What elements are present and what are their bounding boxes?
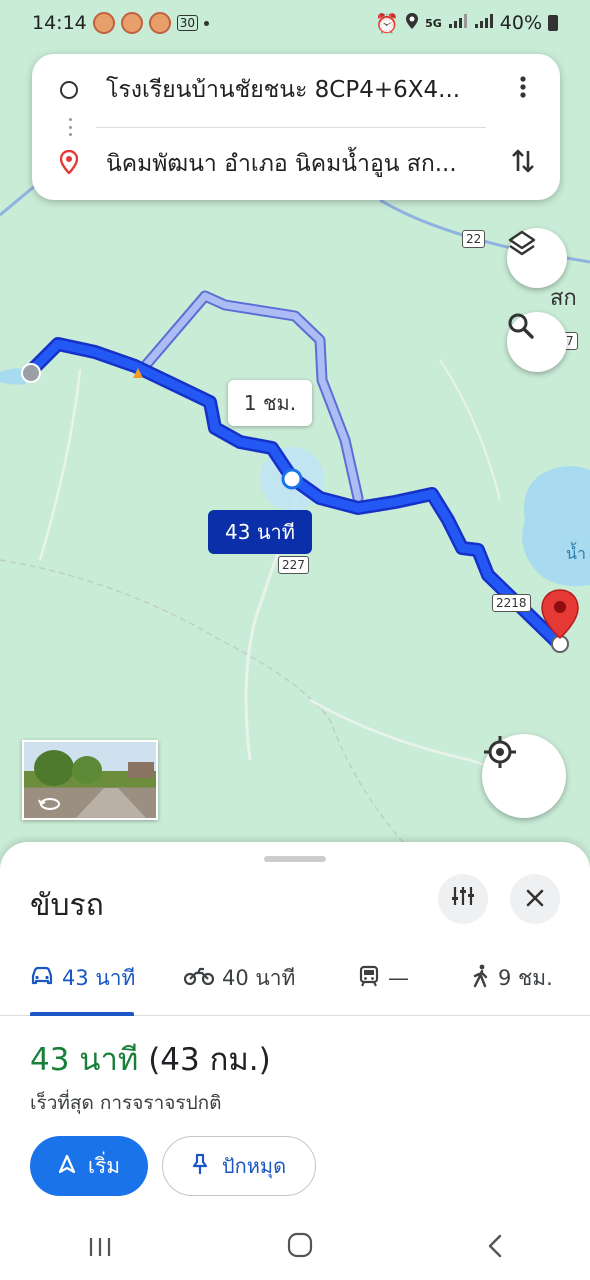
road-label: 2218 [492, 594, 531, 612]
more-notifications-dot-icon [204, 20, 210, 26]
road-label: 227 [278, 556, 309, 574]
alt-route-time: 1 ชม. [243, 391, 297, 415]
recent-apps-button[interactable] [87, 1232, 113, 1265]
swap-button[interactable] [486, 147, 560, 182]
route-card: โรงเรียนบ้านชัยชนะ 8CP4+6X4... นิคมพัฒนา… [32, 54, 560, 200]
battery-icon [548, 15, 558, 31]
route-duration: 43 นาที [30, 1042, 139, 1078]
tab-driving[interactable]: 43 นาที [30, 960, 135, 996]
route-summary: 43 นาที (43 กม.) [30, 1034, 271, 1084]
route-divider [96, 127, 486, 128]
location-icon [405, 12, 419, 35]
alarm-icon: ⏰ [375, 12, 400, 35]
destination-row[interactable]: นิคมพัฒนา อำเภอ นิคมน้ำอูน สก... [32, 134, 560, 194]
pin-label: ปักหมุด [221, 1154, 287, 1178]
map-search-button[interactable] [507, 312, 567, 372]
more-vert-icon [519, 75, 527, 106]
pin-button[interactable]: ปักหมุด [162, 1136, 316, 1196]
navigation-arrow-icon [58, 1154, 76, 1179]
tab-label: 43 นาที [62, 965, 136, 990]
route-options-button[interactable] [438, 874, 488, 924]
system-nav-bar [0, 1216, 590, 1280]
close-icon [526, 885, 544, 913]
walk-icon [472, 964, 490, 993]
notification-avatar-icon [120, 12, 143, 34]
status-time: 14:14 [32, 12, 87, 34]
origin-field[interactable]: โรงเรียนบ้านชัยชนะ 8CP4+6X4... [106, 72, 486, 108]
my-location-button[interactable] [482, 734, 566, 818]
destination-pin-icon[interactable] [540, 588, 580, 640]
sheet-title: ขับรถ [30, 888, 104, 923]
destination-field[interactable]: นิคมพัฒนา อำเภอ นิคมน้ำอูน สก... [106, 146, 486, 182]
home-button[interactable] [287, 1232, 313, 1265]
close-button[interactable] [510, 874, 560, 924]
main-route-time: 43 นาที [225, 520, 295, 544]
network-type: 5G [425, 16, 442, 30]
tab-label: 40 นาที [222, 965, 296, 990]
start-button[interactable]: เริ่ม [30, 1136, 148, 1196]
tune-icon [451, 885, 475, 913]
notification-avatar-icon [148, 12, 171, 34]
pin-icon [192, 1153, 208, 1180]
origin-circle-icon [60, 81, 78, 99]
car-icon [30, 966, 54, 991]
tab-transit[interactable]: — [358, 960, 409, 996]
tab-walking[interactable]: 9 ชม. [472, 960, 553, 996]
signal-icon [448, 12, 468, 34]
origin-row[interactable]: โรงเรียนบ้านชัยชนะ 8CP4+6X4... [32, 60, 560, 120]
main-route-time-chip[interactable]: 43 นาที [208, 510, 312, 554]
notification-badge: 30 [176, 15, 199, 31]
motorcycle-icon [183, 966, 215, 990]
battery-level: 40% [499, 12, 542, 34]
street-view-thumbnail[interactable] [22, 740, 158, 820]
active-tab-indicator [30, 1012, 134, 1016]
water-label: น้ำ [566, 544, 586, 563]
status-bar: 14:14 30 ⏰ 5G 40% [0, 0, 590, 46]
swap-vert-icon [510, 147, 536, 182]
travel-mode-tabs: 43 นาที 40 นาที — 9 ชม. [0, 944, 590, 1016]
start-label: เริ่ม [87, 1153, 121, 1178]
place-label: สก [550, 286, 577, 311]
destination-marker-icon [59, 149, 79, 178]
alt-route-time-chip[interactable]: 1 ชม. [228, 380, 312, 426]
route-distance: (43 กม.) [148, 1042, 271, 1078]
signal-icon [474, 12, 494, 34]
road-label: 22 [462, 230, 486, 248]
more-options-button[interactable] [486, 75, 560, 106]
tab-motorcycle[interactable]: 40 นาที [183, 960, 296, 996]
sheet-drag-handle[interactable] [264, 856, 326, 862]
tab-label: 9 ชม. [498, 965, 553, 990]
layers-button[interactable] [507, 228, 567, 288]
notification-avatar-icon [92, 12, 115, 34]
route-note: เร็วที่สุด การจราจรปกติ [30, 1092, 222, 1114]
back-button[interactable] [487, 1232, 503, 1265]
transit-icon [358, 965, 380, 992]
tab-label: — [388, 966, 409, 990]
